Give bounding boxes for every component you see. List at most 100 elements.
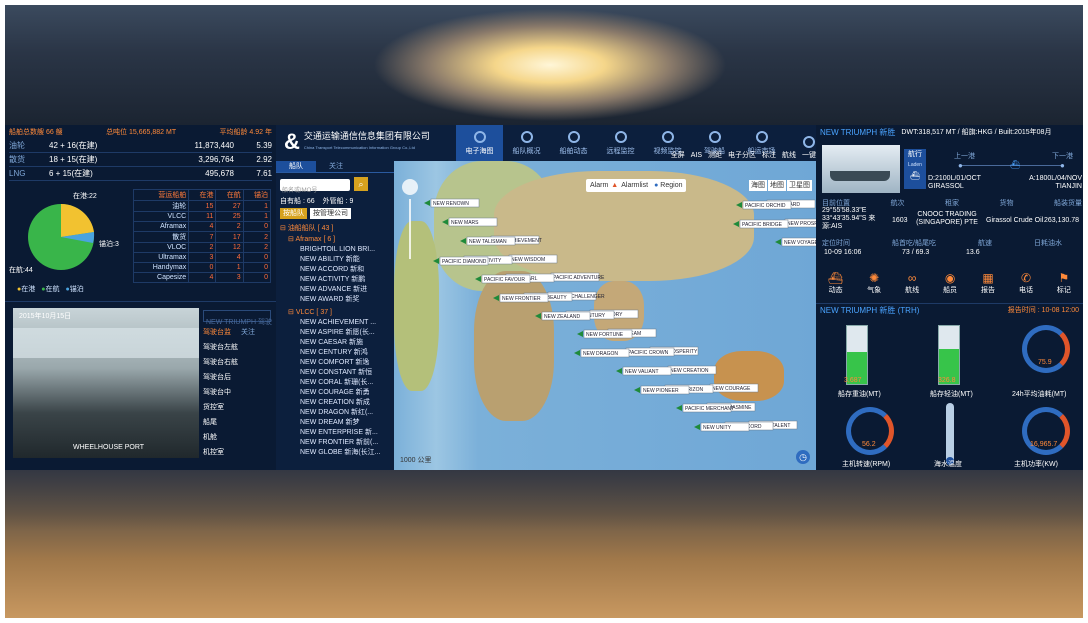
- vessel-list-item[interactable]: NEW CREATION 新成: [276, 398, 394, 408]
- vessel-list-item[interactable]: BRIGHTOIL LION BRI...: [276, 245, 394, 255]
- ship-marker[interactable]: PACIFIC FAVOUR: [475, 274, 531, 284]
- fleet-age: 5.39: [256, 141, 272, 150]
- tab-fleet[interactable]: 船队: [276, 161, 316, 172]
- map-tool[interactable]: 全屏: [671, 150, 685, 161]
- action-button[interactable]: ◉ 船员: [943, 271, 957, 296]
- vessel-list-item[interactable]: NEW ENTERPRISE 新...: [276, 428, 394, 438]
- ship-marker[interactable]: NEW FRONTIER: [493, 293, 549, 303]
- map-tool[interactable]: 测距: [708, 150, 722, 161]
- table-row: Aframax 4 2 0: [132, 221, 272, 232]
- group-by-fleet-button[interactable]: 按船队: [280, 208, 307, 219]
- ship-marker[interactable]: NEW VALIANT: [616, 366, 672, 376]
- camera-search-input[interactable]: NEW TRIUMPH 驾驶: [203, 310, 272, 326]
- map-layer-button[interactable]: 海图: [749, 180, 767, 191]
- map-tool[interactable]: AIS: [691, 150, 702, 161]
- vessel-list-item[interactable]: NEW AWARD 新奖: [276, 295, 394, 305]
- camera-list-item[interactable]: 船尾: [203, 417, 238, 432]
- action-button[interactable]: ⛴ 动态: [828, 271, 843, 296]
- ship-marker[interactable]: NEW TALISMAN: [460, 236, 516, 246]
- camera-list-item[interactable]: 机控室: [203, 447, 238, 462]
- camera-list-item[interactable]: 驾驶台中: [203, 387, 238, 402]
- nav-tab[interactable]: 电子海图: [456, 125, 503, 161]
- next-port-dot-icon: ●: [1060, 161, 1065, 170]
- nav-tab[interactable]: 船队概况: [503, 125, 550, 161]
- ship-detail-panel: NEW TRIUMPH 新胜 DWT:318,517 MT / 船旗:HKG /…: [816, 125, 1083, 470]
- vessel-list-item[interactable]: NEW DREAM 新梦: [276, 418, 394, 428]
- ship-marker[interactable]: NEW UNITY: [694, 422, 750, 432]
- group-aframax[interactable]: ⊟ Aframax [ 6 ]: [288, 234, 335, 245]
- vessel-list-item[interactable]: NEW ACCORD 新和: [276, 265, 394, 275]
- vessel-list-item[interactable]: NEW COURAGE 新勇: [276, 388, 394, 398]
- ship-marker[interactable]: PACIFIC DIAMOND: [433, 256, 489, 266]
- alarm-button[interactable]: Alarm: [590, 180, 608, 191]
- nav-tab[interactable]: 船舶动态: [550, 125, 597, 161]
- vessel-list-item[interactable]: NEW CORAL 新珊(长...: [276, 378, 394, 388]
- map-tool[interactable]: 标注: [762, 150, 776, 161]
- ship-marker[interactable]: NEW FORTUNE: [577, 329, 633, 339]
- ship-marker[interactable]: NEW VOYAGE: [775, 237, 816, 247]
- vessel-list-item[interactable]: NEW ADVANCE 新进: [276, 285, 394, 295]
- ship-marker[interactable]: NEW MARS: [442, 217, 498, 227]
- camera-list-item[interactable]: 驾驶台后: [203, 372, 238, 387]
- table-row: 散货 7 17 2: [132, 231, 272, 243]
- vessel-list-item[interactable]: NEW CENTURY 新鸿: [276, 348, 394, 358]
- group-tankers[interactable]: ⊟ 油船船队 [ 43 ]: [280, 223, 333, 234]
- fleet-type: LNG: [9, 169, 26, 178]
- ship-marker[interactable]: PACIFIC BRIDGE: [733, 219, 789, 229]
- ship-marker[interactable]: PACIFIC MERCHANT: [676, 403, 734, 413]
- ship-search-input[interactable]: 船名或IMO号: [280, 179, 350, 194]
- clock-icon[interactable]: ◷: [796, 450, 810, 464]
- tab-follow[interactable]: 关注: [241, 327, 255, 338]
- vessel-list-item[interactable]: NEW DRAGON 新红(...: [276, 408, 394, 418]
- map-layer-button[interactable]: 地图: [768, 180, 786, 191]
- ship-arrow-icon: [616, 368, 622, 374]
- camera-feed[interactable]: 2015年10月15日 WHEELHOUSE PORT: [13, 308, 199, 458]
- vessel-list-item[interactable]: NEW COMFORT 新逸: [276, 358, 394, 368]
- vessel-list-item[interactable]: NEW GLOBE 新海(长江...: [276, 448, 394, 458]
- group-by-company-button[interactable]: 按管理公司: [310, 208, 351, 219]
- camera-list-item[interactable]: 驾驶台左舷: [203, 342, 238, 357]
- camera-list-item[interactable]: 货控室: [203, 402, 238, 417]
- group-vlcc[interactable]: ⊟ VLCC [ 37 ]: [288, 307, 332, 318]
- region-button[interactable]: Region: [660, 180, 682, 191]
- ship-arrow-icon: [694, 424, 700, 430]
- vessel-list-item[interactable]: NEW CAESAR 新施: [276, 338, 394, 348]
- search-icon[interactable]: ⌕: [354, 177, 368, 191]
- zoom-slider[interactable]: [409, 199, 411, 259]
- tab-follow[interactable]: 关注: [316, 161, 356, 172]
- alarm-list-button[interactable]: Alarmlist: [621, 180, 648, 191]
- vessel-list-item[interactable]: NEW FRONTIER 新前(...: [276, 438, 394, 448]
- fleet-dwt: 11,873,440: [194, 141, 234, 150]
- electronic-chart-map[interactable]: NEW RENOWN NEW ACHIEVEMENT PACIFIC ADVENTU…: [394, 152, 816, 470]
- ship-marker[interactable]: NEW DRAGON: [574, 348, 630, 358]
- map-tool[interactable]: 航线: [782, 150, 796, 161]
- pan-control-icon[interactable]: [402, 179, 418, 195]
- ship-marker[interactable]: NEW RENOWN: [424, 198, 480, 208]
- action-button[interactable]: ✺ 气象: [867, 271, 881, 296]
- map-tool[interactable]: 电子分区: [728, 150, 756, 161]
- ship-marker[interactable]: PACIFIC ORCHID: [736, 200, 792, 210]
- tab-camera[interactable]: 驾驶台监: [203, 327, 231, 338]
- ship-arrow-icon: [577, 331, 583, 337]
- vessel-list-item[interactable]: NEW ACTIVITY 新鹏: [276, 275, 394, 285]
- fleet-total: 船舶总数艘 66 艘: [9, 128, 63, 136]
- vessel-list-item[interactable]: NEW CONSTANT 新恒: [276, 368, 394, 378]
- vlcc-list: NEW ACHIEVEMENT ... NEW ASPIRE 新愿(长... NEW…: [276, 318, 394, 458]
- action-icon: ◉: [944, 270, 956, 285]
- map-scale: 1000 公里: [400, 457, 432, 464]
- ship-arrow-icon: [475, 276, 481, 282]
- map-layer-button[interactable]: 卫星图: [787, 180, 812, 191]
- action-button[interactable]: ⚑ 标记: [1057, 271, 1071, 296]
- action-button[interactable]: ✆ 电话: [1019, 271, 1033, 296]
- vessel-list-item[interactable]: NEW ABILITY 新能: [276, 255, 394, 265]
- camera-list-item[interactable]: 机舱: [203, 432, 238, 447]
- map-tool[interactable]: 一键: [802, 150, 816, 161]
- nav-tab[interactable]: 远程监控: [597, 125, 644, 161]
- action-button[interactable]: ∞ 航线: [905, 271, 919, 296]
- action-button[interactable]: ▦ 报告: [981, 271, 995, 296]
- ship-marker[interactable]: NEW ZEALAND: [535, 311, 591, 321]
- vessel-list-item[interactable]: NEW ACHIEVEMENT ...: [276, 318, 394, 328]
- vessel-list-item[interactable]: NEW ASPIRE 新愿(长...: [276, 328, 394, 338]
- camera-list-item[interactable]: 驾驶台右舷: [203, 357, 238, 372]
- ship-marker[interactable]: NEW PIONEER: [634, 385, 690, 395]
